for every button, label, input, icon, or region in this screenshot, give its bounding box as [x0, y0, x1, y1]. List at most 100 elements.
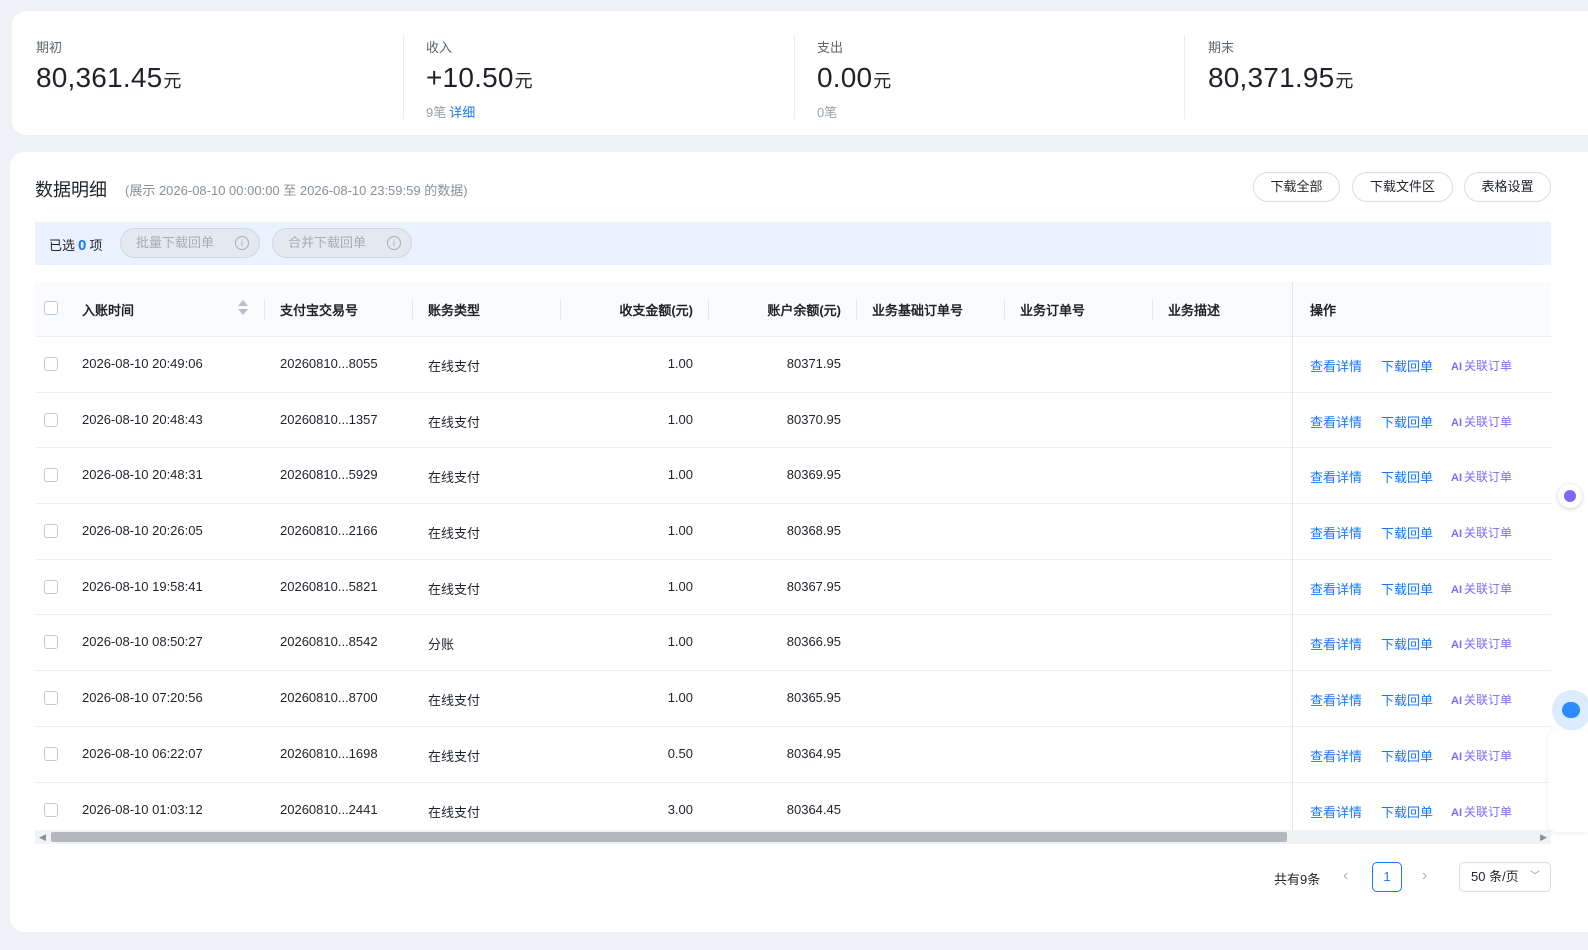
- view-detail-link[interactable]: 查看详情: [1310, 690, 1362, 709]
- view-detail-link[interactable]: 查看详情: [1310, 634, 1362, 653]
- col-divider: [1152, 299, 1153, 319]
- income-detail-link[interactable]: 详细: [449, 105, 475, 120]
- row-checkbox[interactable]: [44, 357, 58, 371]
- download-all-button[interactable]: 下载全部: [1253, 172, 1340, 202]
- row-checkbox[interactable]: [44, 412, 58, 427]
- cell-trade-no: 20260810...5821: [280, 578, 378, 594]
- view-detail-link[interactable]: 查看详情: [1310, 467, 1362, 486]
- stat-amount: 80,361.45: [36, 62, 163, 93]
- divider: [1184, 35, 1185, 119]
- cell-trade-no: 20260810...8055: [280, 356, 378, 371]
- link-order-label: 关联订单: [1464, 693, 1513, 708]
- stat-unit: 元: [514, 71, 533, 91]
- download-files-button[interactable]: 下载文件区: [1352, 172, 1453, 202]
- cell-type: 在线支付: [428, 693, 481, 709]
- selected-count: 0: [78, 237, 87, 254]
- divider: [794, 35, 795, 119]
- cell-balance: 80370.95: [786, 411, 841, 427]
- cell-time: 2026-08-10 08:50:27: [82, 634, 203, 650]
- link-order-link[interactable]: AI 关联订单: [1451, 747, 1512, 764]
- download-receipt-link[interactable]: 下载回单: [1381, 579, 1433, 598]
- fixed-column-divider: [1292, 282, 1293, 830]
- prev-page-icon[interactable]: ‹: [1343, 867, 1348, 885]
- download-receipt-link[interactable]: 下载回单: [1381, 356, 1433, 375]
- link-order-link[interactable]: AI 关联订单: [1451, 357, 1512, 374]
- col-base-order: 业务基础订单号: [872, 303, 964, 318]
- row-checkbox[interactable]: [44, 746, 58, 761]
- scroll-left-icon[interactable]: ◀: [39, 832, 46, 843]
- chevron-down-icon: ﹀: [1530, 871, 1540, 882]
- link-order-link[interactable]: AI 关联订单: [1451, 580, 1512, 597]
- selection-suffix: 项: [89, 238, 103, 253]
- horizontal-scrollbar[interactable]: ◀ ▶: [35, 830, 1551, 844]
- sort-icon[interactable]: [238, 298, 248, 318]
- row-checkbox[interactable]: [44, 691, 58, 706]
- download-receipt-link[interactable]: 下载回单: [1381, 746, 1433, 765]
- page-size-value: 50 条/页: [1471, 869, 1519, 884]
- cell-time: 2026-08-10 20:26:05: [82, 523, 203, 539]
- page-size-select[interactable]: 50 条/页 ﹀: [1459, 862, 1551, 892]
- ai-assistant-icon[interactable]: [1558, 484, 1582, 508]
- cell-balance: 80364.45: [786, 801, 841, 817]
- col-desc: 业务描述: [1168, 303, 1221, 318]
- cell-type: 在线支付: [428, 470, 481, 486]
- view-detail-link[interactable]: 查看详情: [1310, 356, 1362, 375]
- stat-sub: 0笔: [817, 102, 892, 121]
- detail-card: 数据明细 (展示 2026-08-10 00:00:00 至 2026-08-1…: [10, 152, 1588, 932]
- link-order-link[interactable]: AI 关联订单: [1451, 468, 1512, 485]
- link-order-link[interactable]: AI 关联订单: [1451, 413, 1512, 430]
- scroll-right-icon[interactable]: ▶: [1540, 832, 1547, 843]
- col-divider: [1004, 299, 1005, 319]
- cell-balance: 80364.95: [786, 745, 841, 761]
- download-receipt-link[interactable]: 下载回单: [1381, 467, 1433, 486]
- col-divider: [412, 299, 413, 319]
- row-checkbox[interactable]: [44, 524, 58, 539]
- col-time[interactable]: 入账时间: [82, 300, 134, 319]
- view-detail-link[interactable]: 查看详情: [1310, 746, 1362, 765]
- link-order-link[interactable]: AI 关联订单: [1451, 524, 1512, 541]
- page-button-current[interactable]: 1: [1372, 862, 1402, 892]
- link-order-link[interactable]: AI 关联订单: [1451, 691, 1512, 708]
- stat-unit: 元: [1335, 71, 1354, 91]
- merge-download-button[interactable]: 合并下载回单 i: [272, 228, 412, 258]
- cell-amount: 1.00: [667, 467, 693, 483]
- section-title: 数据明细: [35, 180, 107, 200]
- col-balance: 账户余额(元): [767, 303, 841, 318]
- row-checkbox[interactable]: [44, 802, 58, 817]
- view-detail-link[interactable]: 查看详情: [1310, 412, 1362, 431]
- ai-icon: AI: [1451, 583, 1462, 596]
- side-toolbar[interactable]: [1548, 730, 1588, 832]
- download-receipt-link[interactable]: 下载回单: [1381, 523, 1433, 542]
- robot-helper-icon[interactable]: [1552, 690, 1588, 730]
- info-icon: i: [235, 236, 249, 250]
- stat-label: 支出: [817, 40, 844, 55]
- stat-value: 80,361.45元: [36, 62, 182, 94]
- scrollbar-thumb[interactable]: [51, 832, 1287, 842]
- row-checkbox[interactable]: [44, 468, 58, 483]
- download-receipt-link[interactable]: 下载回单: [1381, 802, 1433, 821]
- cell-amount: 3.00: [667, 801, 693, 817]
- view-detail-link[interactable]: 查看详情: [1310, 523, 1362, 542]
- next-page-icon[interactable]: ›: [1422, 867, 1427, 885]
- download-receipt-link[interactable]: 下载回单: [1381, 690, 1433, 709]
- table-settings-button[interactable]: 表格设置: [1464, 172, 1551, 202]
- download-receipt-link[interactable]: 下载回单: [1381, 634, 1433, 653]
- cell-balance: 80369.95: [786, 467, 841, 483]
- stat-unit: 元: [873, 71, 892, 91]
- table-row: 2026-08-10 20:48:31 20260810...5929 在线支付…: [35, 448, 1551, 505]
- select-all-checkbox[interactable]: [44, 301, 58, 315]
- row-checkbox[interactable]: [44, 579, 58, 594]
- link-order-link[interactable]: AI 关联订单: [1451, 803, 1512, 820]
- cell-time: 2026-08-10 01:03:12: [82, 801, 203, 817]
- link-order-link[interactable]: AI 关联订单: [1451, 635, 1512, 652]
- cell-amount: 1.00: [667, 523, 693, 539]
- download-receipt-link[interactable]: 下载回单: [1381, 412, 1433, 431]
- cell-trade-no: 20260810...1357: [280, 411, 378, 427]
- cell-type: 在线支付: [428, 581, 481, 597]
- batch-download-button[interactable]: 批量下载回单 i: [120, 228, 260, 258]
- row-checkbox[interactable]: [44, 635, 58, 650]
- view-detail-link[interactable]: 查看详情: [1310, 802, 1362, 821]
- ai-icon: AI: [1451, 416, 1462, 429]
- table-row: 2026-08-10 19:58:41 20260810...5821 在线支付…: [35, 560, 1551, 616]
- view-detail-link[interactable]: 查看详情: [1310, 579, 1362, 598]
